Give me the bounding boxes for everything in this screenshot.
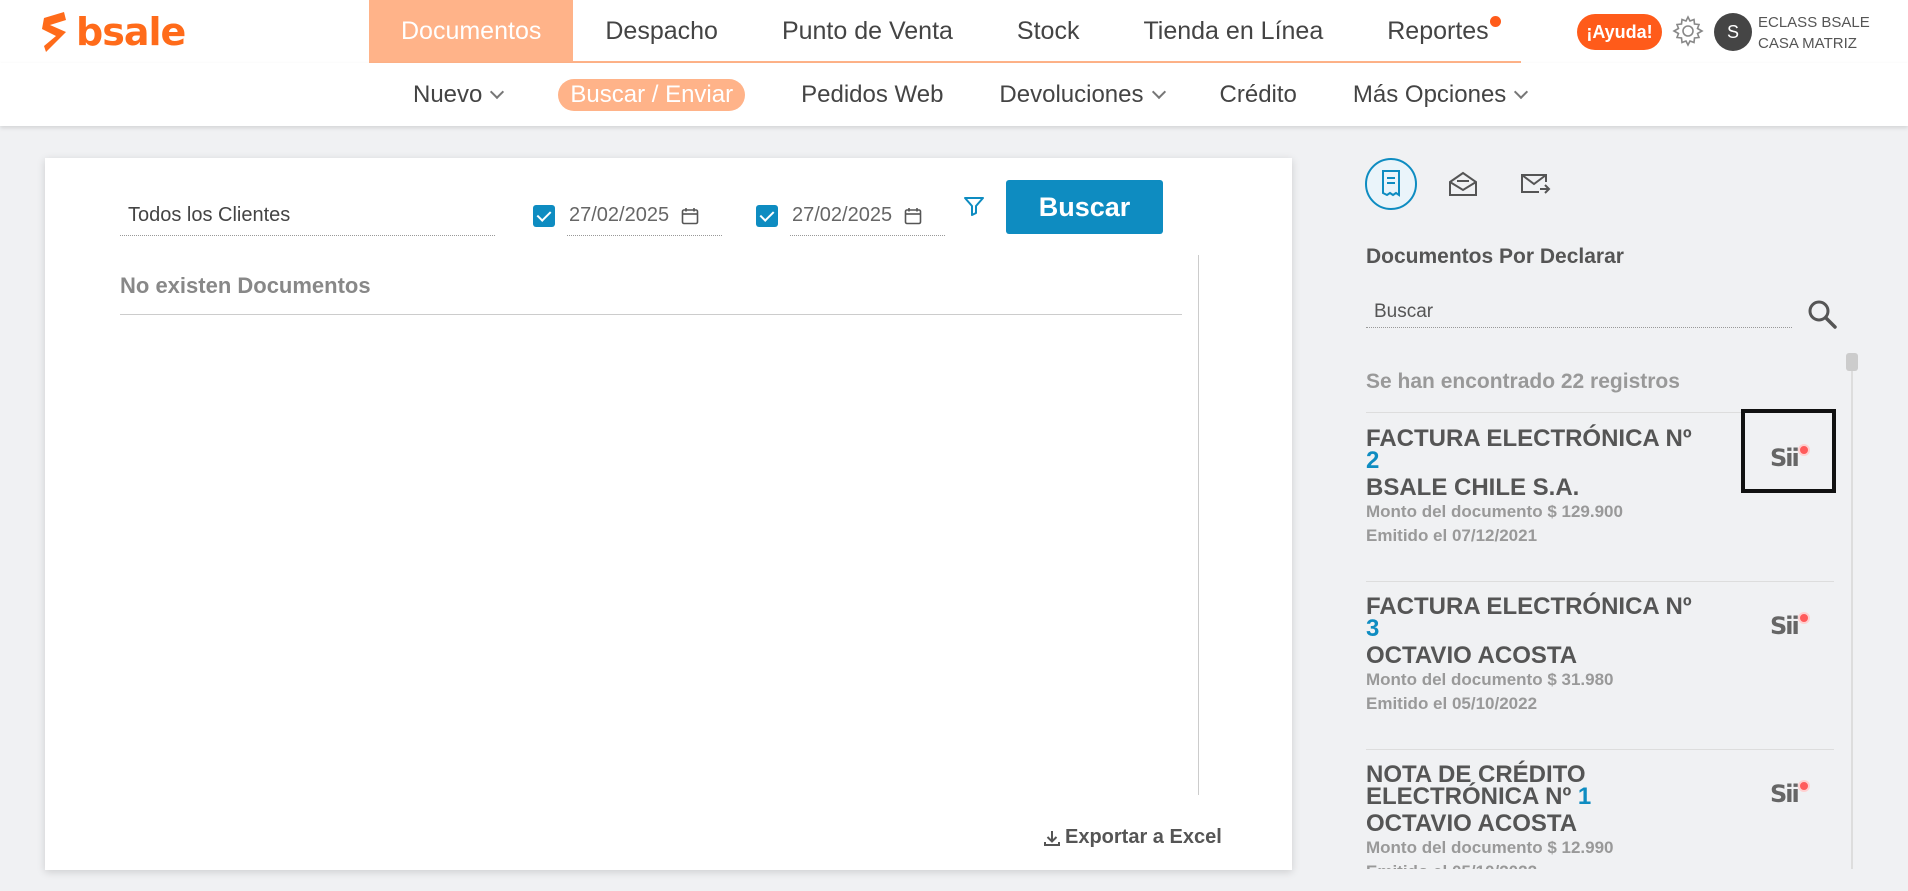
list-item[interactable]: FACTURA ELECTRÓNICA Nº 3 OCTAVIO ACOSTA M…	[1366, 582, 1834, 750]
list-item[interactable]: NOTA DE CRÉDITO ELECTRÓNICA Nº 1 OCTAVIO…	[1366, 750, 1834, 869]
download-icon	[1044, 830, 1060, 846]
doc-type: FACTURA ELECTRÓNICA Nº 3	[1366, 593, 1696, 642]
doc-issued: Emitido el 07/12/2021	[1366, 526, 1538, 545]
sii-icon[interactable]: Sii	[1770, 780, 1810, 816]
nav-documentos[interactable]: Documentos	[369, 0, 574, 63]
doc-type: FACTURA ELECTRÓNICA Nº 2	[1366, 425, 1696, 474]
doc-type-label: NOTA DE CRÉDITO ELECTRÓNICA Nº	[1366, 761, 1586, 810]
notification-dot	[1489, 16, 1501, 27]
subnav-label: Devoluciones	[999, 80, 1144, 108]
panel-title: Documentos Por Declarar	[1366, 245, 1624, 268]
empty-documents-message: No existen Documentos	[120, 273, 1182, 315]
mail-send-icon	[1521, 174, 1551, 194]
nav-stock[interactable]: Stock	[985, 0, 1112, 63]
chevron-down-icon	[1514, 84, 1529, 99]
nav-tienda-en-linea[interactable]: Tienda en Línea	[1111, 0, 1355, 63]
nav-label: Punto de Venta	[781, 17, 953, 45]
subnav-label: Buscar / Enviar	[558, 78, 746, 111]
subnav-mas-opciones[interactable]: Más Opciones	[1325, 81, 1554, 109]
sub-nav: Nuevo Buscar / Enviar Pedidos Web Devolu…	[385, 63, 1554, 126]
nav-label: Despacho	[605, 17, 718, 45]
nav-reportes[interactable]: Reportes	[1355, 0, 1520, 63]
documents-search-card: Todos los Clientes 27/02/2025 27/02/2025…	[45, 158, 1292, 870]
right-panel-tabs	[1365, 158, 1581, 210]
panel-scroll-thumb[interactable]	[1846, 353, 1858, 371]
subnav-pedidos-web[interactable]: Pedidos Web	[773, 81, 971, 109]
top-bar: bsale Documentos Despacho Punto de Venta…	[0, 0, 1908, 63]
chevron-down-icon	[490, 84, 505, 99]
date-from-group: 27/02/2025	[533, 196, 722, 236]
calendar-icon[interactable]	[904, 207, 922, 225]
subnav-label: Nuevo	[413, 80, 483, 108]
nav-punto-de-venta[interactable]: Punto de Venta	[750, 0, 985, 63]
doc-client: OCTAVIO ACOSTA	[1366, 642, 1578, 669]
help-button[interactable]: ¡Ayuda!	[1577, 14, 1662, 50]
date-from-checkbox[interactable]	[533, 205, 555, 227]
filter-icon[interactable]	[962, 194, 986, 218]
doc-client: OCTAVIO ACOSTA	[1366, 810, 1578, 837]
calendar-icon[interactable]	[681, 207, 699, 225]
avatar[interactable]: S	[1714, 13, 1752, 51]
focus-highlight	[1741, 409, 1836, 493]
bsale-logo[interactable]: bsale	[38, 10, 186, 54]
export-excel-link[interactable]: Exportar a Excel	[1043, 826, 1222, 849]
nav-label: Reportes	[1387, 17, 1489, 45]
chevron-down-icon	[1151, 84, 1166, 99]
doc-issued: Emitido el 05/10/2022	[1366, 694, 1538, 713]
company-name: ECLASS BSALE	[1758, 14, 1870, 31]
subnav-credito[interactable]: Crédito	[1192, 81, 1325, 109]
date-to-group: 27/02/2025	[756, 196, 945, 236]
brand-name: bsale	[76, 10, 186, 54]
results-count: Se han encontrado 22 registros	[1366, 370, 1834, 413]
doc-type-label: FACTURA ELECTRÓNICA Nº	[1366, 593, 1692, 620]
doc-type-label: FACTURA ELECTRÓNICA Nº	[1366, 425, 1692, 452]
client-select[interactable]: Todos los Clientes	[120, 196, 495, 236]
subnav-label: Pedidos Web	[801, 80, 944, 108]
subnav-label: Crédito	[1219, 80, 1297, 108]
nav-despacho[interactable]: Despacho	[573, 0, 750, 63]
scroll-track	[1198, 255, 1199, 795]
subnav-devoluciones[interactable]: Devoluciones	[971, 81, 1191, 109]
date-to-input[interactable]: 27/02/2025	[790, 196, 945, 236]
subnav-nuevo[interactable]: Nuevo	[385, 81, 530, 109]
subnav-label: Más Opciones	[1352, 80, 1507, 108]
tab-inbox[interactable]	[1437, 158, 1489, 210]
search-button[interactable]: Buscar	[1006, 180, 1163, 234]
bsale-logo-icon	[42, 12, 66, 52]
status-dot	[1798, 612, 1810, 624]
search-icon[interactable]	[1806, 298, 1838, 330]
tab-sent[interactable]	[1509, 158, 1561, 210]
export-label: Exportar a Excel	[1065, 826, 1222, 848]
panel-search-input[interactable]: Buscar	[1366, 293, 1792, 328]
status-dot	[1798, 780, 1810, 792]
doc-issued: Emitido el 05/10/2022	[1366, 860, 1834, 869]
date-to-checkbox[interactable]	[756, 205, 778, 227]
doc-amount: Monto del documento $ 129.900	[1366, 502, 1623, 521]
panel-scrollbar[interactable]	[1851, 355, 1853, 869]
sii-icon[interactable]: Sii	[1770, 612, 1810, 648]
date-from-input[interactable]: 27/02/2025	[567, 196, 722, 236]
main-nav: Documentos Despacho Punto de Venta Stock…	[369, 0, 1521, 63]
date-from-value: 27/02/2025	[569, 204, 670, 226]
mail-open-icon	[1449, 171, 1477, 196]
company-branch: CASA MATRIZ	[1758, 35, 1857, 52]
gear-icon[interactable]	[1671, 14, 1705, 48]
doc-amount: Monto del documento $ 12.990	[1366, 838, 1614, 857]
doc-amount: Monto del documento $ 31.980	[1366, 670, 1614, 689]
sub-nav-bar: Nuevo Buscar / Enviar Pedidos Web Devolu…	[0, 63, 1908, 126]
doc-number[interactable]: 2	[1366, 447, 1379, 474]
nav-label: Tienda en Línea	[1143, 17, 1324, 45]
nav-label: Stock	[1016, 17, 1080, 45]
company-info[interactable]: ECLASS BSALE CASA MATRIZ	[1758, 12, 1870, 54]
nav-label: Documentos	[401, 17, 542, 45]
doc-type: NOTA DE CRÉDITO ELECTRÓNICA Nº 1	[1366, 761, 1696, 810]
receipt-icon	[1382, 170, 1400, 197]
subnav-buscar-enviar[interactable]: Buscar / Enviar	[530, 78, 773, 111]
doc-number[interactable]: 1	[1578, 783, 1591, 810]
doc-number[interactable]: 3	[1366, 615, 1379, 642]
date-to-value: 27/02/2025	[792, 204, 893, 226]
tab-documents-to-declare[interactable]	[1365, 158, 1417, 210]
